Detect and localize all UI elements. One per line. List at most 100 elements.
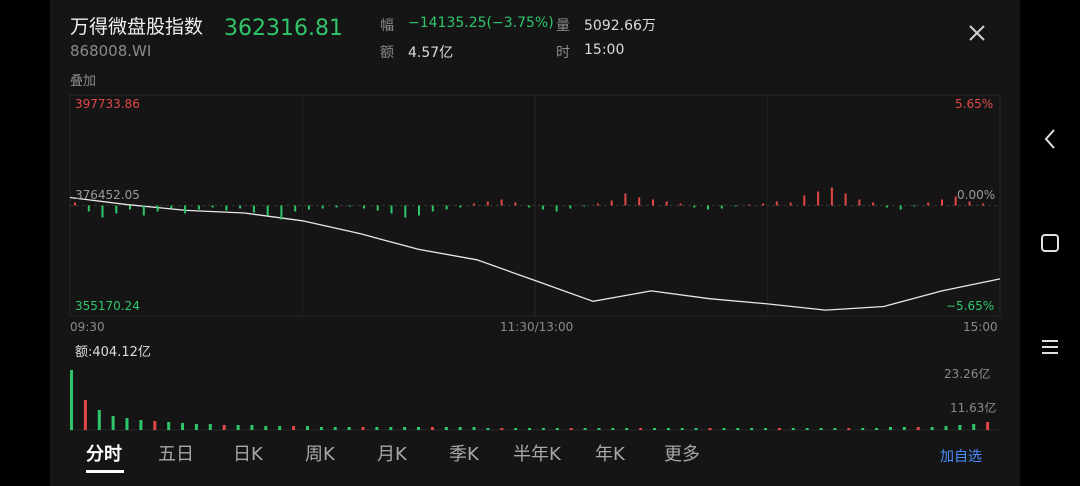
tab-month-k[interactable]: 月K	[377, 440, 407, 466]
momentum-bar	[486, 201, 489, 206]
volume-bar	[861, 428, 865, 430]
active-tab-indicator	[86, 470, 124, 473]
tab-year-k[interactable]: 年K	[595, 440, 625, 466]
volume-bar	[805, 428, 809, 430]
momentum-bar	[307, 205, 310, 210]
momentum-bar	[101, 205, 104, 218]
momentum-bar	[349, 205, 352, 207]
price-low-label: 355170.24	[75, 299, 140, 313]
menu-icon[interactable]	[1035, 332, 1065, 362]
tab-halfyear-k[interactable]: 半年K	[513, 440, 561, 466]
momentum-bar	[693, 205, 696, 208]
momentum-bar	[459, 205, 462, 208]
momentum-bar	[803, 195, 806, 206]
momentum-bar	[321, 205, 324, 209]
volume-bar	[653, 428, 656, 430]
momentum-bar	[252, 205, 255, 213]
price-mid-label: 376452.05	[75, 188, 140, 202]
time-end-label: 15:00	[963, 320, 998, 334]
momentum-bar	[885, 205, 888, 208]
momentum-bar	[445, 205, 448, 210]
tab-5day[interactable]: 五日	[158, 440, 194, 466]
volume-bar	[736, 428, 740, 430]
volume-bar	[319, 427, 323, 430]
volume-bar	[889, 427, 892, 430]
volume-bar	[389, 427, 393, 430]
momentum-bar	[376, 205, 379, 211]
volume-bar	[833, 428, 837, 430]
tab-timeshare[interactable]: 分时	[86, 440, 122, 466]
volume-bar	[347, 427, 351, 430]
volume-bar	[708, 428, 712, 430]
tab-week-k[interactable]: 周K	[305, 440, 335, 466]
momentum-bar	[720, 205, 723, 209]
volume-bar	[236, 425, 240, 430]
volume-bar	[639, 428, 643, 430]
volume-bar	[750, 428, 754, 430]
momentum-bar	[142, 205, 145, 216]
square-icon[interactable]	[1035, 228, 1065, 258]
momentum-bar	[652, 199, 654, 206]
volume-bar	[722, 428, 726, 430]
volume-bar	[930, 427, 934, 430]
volume-bar	[83, 400, 87, 430]
momentum-bar	[528, 205, 531, 208]
momentum-bar	[913, 205, 916, 207]
volume-bar	[375, 427, 379, 430]
momentum-bar	[817, 191, 820, 206]
tab-quarter-k[interactable]: 季K	[449, 440, 479, 466]
momentum-bar	[418, 205, 420, 216]
volume-bar	[458, 427, 462, 430]
volume-bar	[444, 427, 448, 430]
volume-bar	[111, 416, 115, 430]
pct-low-label: −5.65%	[946, 299, 995, 313]
tab-day-k[interactable]: 日K	[233, 440, 263, 466]
momentum-bar	[87, 205, 90, 212]
volume-bar	[847, 428, 851, 430]
chevron-left-icon[interactable]	[1035, 124, 1065, 154]
momentum-bar	[431, 205, 434, 212]
momentum-bar	[211, 205, 214, 208]
vol-max-label: 23.26亿	[944, 367, 991, 381]
momentum-bar	[734, 205, 737, 207]
volume-bar	[181, 423, 184, 430]
volume-bar	[597, 428, 601, 430]
momentum-bar	[514, 202, 517, 206]
momentum-bar	[789, 202, 792, 206]
momentum-bar	[541, 205, 544, 210]
momentum-bar	[707, 205, 709, 210]
volume-bar	[583, 428, 587, 430]
momentum-bar	[968, 201, 971, 206]
momentum-bar	[335, 205, 338, 208]
momentum-bar	[927, 202, 930, 206]
volume-bar	[625, 428, 629, 430]
volume-bar	[194, 424, 198, 430]
volume-bar	[819, 428, 823, 430]
add-watchlist-button[interactable]: 加自选	[940, 446, 982, 466]
price-high-label: 397733.86	[75, 97, 140, 111]
volume-bar	[403, 427, 407, 430]
volume-bar	[486, 428, 490, 430]
volume-bar	[208, 424, 212, 430]
volume-bar	[306, 426, 309, 430]
tab-more[interactable]: 更多	[664, 440, 700, 466]
volume-bar	[70, 370, 73, 430]
volume-bar	[500, 428, 504, 430]
momentum-bar	[858, 199, 861, 206]
volume-bar	[541, 428, 545, 430]
pct-high-label: 5.65%	[955, 97, 994, 111]
volume-bar	[153, 421, 157, 430]
momentum-bar	[197, 205, 200, 210]
momentum-bar	[363, 205, 365, 209]
momentum-bar	[583, 205, 586, 207]
volume-bar	[777, 428, 781, 430]
momentum-bar	[596, 203, 599, 206]
momentum-bar	[225, 205, 228, 211]
pct-mid-label: 0.00%	[957, 188, 996, 202]
volume-bar	[125, 418, 129, 430]
volume-bar	[972, 424, 976, 430]
momentum-bar	[184, 205, 187, 214]
momentum-bar	[679, 203, 682, 206]
volume-bar	[764, 428, 767, 430]
volume-bar	[472, 427, 476, 430]
